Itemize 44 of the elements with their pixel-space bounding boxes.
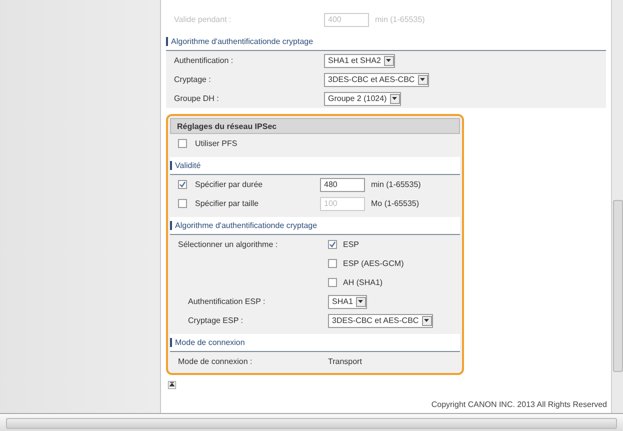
field-label: Valide pendant : <box>173 15 232 24</box>
checkbox[interactable] <box>328 259 337 268</box>
copyright-text: Copyright CANON INC. 2013 All Rights Reserved <box>431 400 608 411</box>
caret-icon <box>422 316 432 326</box>
field-value: Transport <box>328 357 362 366</box>
field-label: Cryptage ESP : <box>187 316 244 325</box>
checkbox-label: ESP <box>343 240 360 249</box>
section-title: Algorithme d'authentificationde cryptage <box>166 37 314 46</box>
section-title: Mode de connexion <box>170 338 245 347</box>
section-title: Algorithme d'authentificationde cryptage <box>170 221 318 230</box>
field-label: Sélectionner un algorithme : <box>177 240 279 249</box>
checkbox-label: AH (SHA1) <box>343 278 383 287</box>
checkbox-label: Spécifier par durée <box>195 180 263 189</box>
field-label: Mode de connexion : <box>177 357 254 366</box>
checkbox[interactable] <box>178 180 187 189</box>
field-label: Authentification ESP : <box>187 297 266 306</box>
unit-label: min (1-65535) <box>375 15 425 24</box>
horizontal-scrollbar[interactable] <box>0 413 623 431</box>
checkbox[interactable] <box>328 278 337 287</box>
caret-icon <box>390 94 400 104</box>
section-title: Validité <box>170 161 201 170</box>
section-header: Réglages du réseau IPSec <box>170 118 460 134</box>
scroll-top-icon[interactable] <box>168 381 176 389</box>
caret-icon <box>384 56 394 66</box>
unit-label: min (1-65535) <box>371 180 421 189</box>
field-label: Authentification : <box>173 56 234 65</box>
unit-label: Mo (1-65535) <box>371 199 420 208</box>
dropdown[interactable]: 3DES-CBC et AES-CBC <box>328 314 433 328</box>
dropdown[interactable]: Groupe 2 (1024) <box>324 92 401 106</box>
dropdown[interactable]: SHA1 <box>328 294 367 308</box>
field-label: Groupe DH : <box>173 94 220 103</box>
checkbox-label: ESP (AES-GCM) <box>343 259 404 268</box>
dropdown[interactable]: SHA1 et SHA2 <box>324 54 395 68</box>
caret-icon <box>418 74 428 84</box>
field-label: Cryptage : <box>173 75 212 84</box>
caret-icon <box>356 296 366 306</box>
checkbox[interactable] <box>178 199 187 208</box>
checkbox[interactable] <box>178 139 187 148</box>
number-field[interactable]: 480 <box>320 178 365 192</box>
checkbox[interactable] <box>328 240 337 249</box>
checkbox-label: Spécifier par taille <box>195 199 259 208</box>
vertical-scrollbar[interactable] <box>611 0 623 413</box>
checkbox-label: Utiliser PFS <box>195 139 238 148</box>
dropdown[interactable]: 3DES-CBC et AES-CBC <box>324 72 429 86</box>
